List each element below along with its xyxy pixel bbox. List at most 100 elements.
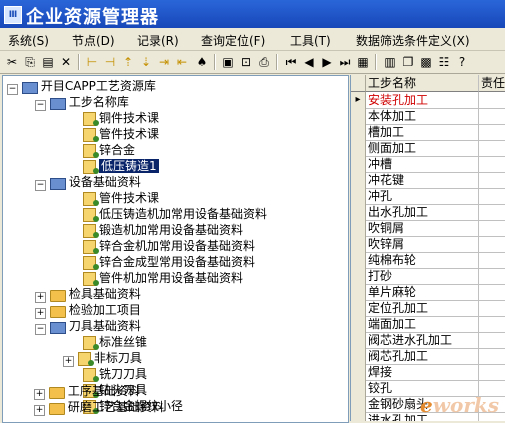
grid-cell[interactable] xyxy=(479,316,505,333)
outdent-icon[interactable]: ⇤ xyxy=(174,54,190,70)
row-header[interactable]: ▸ xyxy=(351,92,366,109)
grid-cell[interactable] xyxy=(479,172,505,189)
grid-cell[interactable] xyxy=(479,284,505,301)
grid-cell[interactable]: 槽加工 xyxy=(366,124,479,141)
add-node-icon[interactable]: ⊢ xyxy=(84,54,100,70)
next-record-icon[interactable]: ▶ xyxy=(319,54,335,70)
tree-group[interactable]: − 设备基础资料 xyxy=(35,174,141,191)
row-header[interactable] xyxy=(351,300,366,317)
tree-item-selected[interactable]: 低压铸造1 xyxy=(83,158,159,174)
copy-icon[interactable]: ⎘ xyxy=(22,54,38,70)
row-header[interactable] xyxy=(351,380,366,397)
open-icon[interactable]: ❐ xyxy=(400,54,416,70)
expand-icon[interactable]: + xyxy=(34,405,45,416)
row-header[interactable] xyxy=(351,284,366,301)
menu-query[interactable]: 查询定位(F) xyxy=(201,32,265,49)
row-header[interactable] xyxy=(351,412,366,421)
resource-tree[interactable]: − 开目CAPP工艺资源库 − 工步名称库 铜件技术课 管件技术课 锌合金 低压… xyxy=(2,75,349,423)
row-header[interactable] xyxy=(351,268,366,285)
grid-cell[interactable]: 纯棉布轮 xyxy=(366,252,479,269)
grid-cell[interactable]: 冲槽 xyxy=(366,156,479,173)
row-header[interactable] xyxy=(351,396,366,413)
grid-cell[interactable] xyxy=(479,92,505,109)
last-record-icon[interactable]: ⏭ xyxy=(337,54,353,70)
filter-icon[interactable]: ⊡ xyxy=(238,54,254,70)
grid-cell[interactable]: 端面加工 xyxy=(366,316,479,333)
menu-tools[interactable]: 工具(T) xyxy=(290,32,331,49)
tree-item[interactable]: 低压铸造机加常用设备基础资料 xyxy=(83,206,267,222)
row-header[interactable] xyxy=(351,236,366,253)
first-record-icon[interactable]: ⏮ xyxy=(283,54,299,70)
row-header[interactable] xyxy=(351,348,366,365)
column-header[interactable]: 责任人 xyxy=(479,75,505,92)
collapse-icon[interactable]: − xyxy=(35,180,46,191)
grid-cell[interactable]: 阀芯进水孔加工 xyxy=(366,332,479,349)
grid-cell[interactable]: 阀芯孔加工 xyxy=(366,348,479,365)
card-icon[interactable]: ▣ xyxy=(220,54,236,70)
menu-filter-define[interactable]: 数据筛选条件定义(X) xyxy=(356,32,470,49)
tree-item[interactable]: 标准丝锥 xyxy=(83,334,147,350)
tree-group[interactable]: − 刀具基础资料 xyxy=(35,318,141,335)
tree-group[interactable]: + 检具基础资料 xyxy=(35,286,141,303)
row-header[interactable] xyxy=(351,156,366,173)
row-header[interactable] xyxy=(351,220,366,237)
row-header[interactable] xyxy=(351,316,366,333)
delete-icon[interactable]: ✕ xyxy=(58,54,74,70)
row-header[interactable] xyxy=(351,252,366,269)
grid-cell[interactable] xyxy=(479,204,505,221)
grid-cell[interactable]: 吹铜屑 xyxy=(366,220,479,237)
tree-item[interactable]: 锌合金成型常用设备基础资料 xyxy=(83,254,255,270)
collapse-icon[interactable]: − xyxy=(35,100,46,111)
indent-icon[interactable]: ⇥ xyxy=(156,54,172,70)
grid-cell[interactable]: 冲花键 xyxy=(366,172,479,189)
grid-cell[interactable]: 吹锌屑 xyxy=(366,236,479,253)
tree-group[interactable]: + 工序基础资料 xyxy=(34,383,140,400)
grid-cell[interactable] xyxy=(479,124,505,141)
save-icon[interactable]: ▩ xyxy=(418,54,434,70)
tree-item[interactable]: 管件技术课 xyxy=(83,126,159,142)
paste-icon[interactable]: ▤ xyxy=(40,54,56,70)
add-child-icon[interactable]: ⊣ xyxy=(102,54,118,70)
cut-icon[interactable]: ✂ xyxy=(4,54,20,70)
row-header[interactable] xyxy=(351,332,366,349)
tree-group[interactable]: + 研磨工艺基础资料 xyxy=(34,399,164,416)
grid-cell[interactable]: 打砂 xyxy=(366,268,479,285)
grid-cell[interactable] xyxy=(479,236,505,253)
help-icon[interactable]: ? xyxy=(454,54,470,70)
tree-root[interactable]: − 开目CAPP工艺资源库 xyxy=(7,78,156,95)
grid-cell[interactable] xyxy=(479,364,505,381)
row-header[interactable] xyxy=(351,188,366,205)
grid-cell[interactable] xyxy=(479,252,505,269)
form-view-icon[interactable]: ▥ xyxy=(382,54,398,70)
grid-cell[interactable]: 安装孔加工 xyxy=(366,92,479,109)
expand-icon[interactable]: + xyxy=(63,356,74,367)
grid-cell[interactable] xyxy=(479,268,505,285)
tree-item[interactable]: 管件技术课 xyxy=(83,190,159,206)
row-header[interactable] xyxy=(351,140,366,157)
row-header[interactable] xyxy=(351,124,366,141)
collapse-icon[interactable]: − xyxy=(35,324,46,335)
tree-group[interactable]: − 工步名称库 xyxy=(35,94,129,111)
grid-cell[interactable] xyxy=(479,220,505,237)
table-view-icon[interactable]: ▦ xyxy=(355,54,371,70)
grid-cell[interactable] xyxy=(479,348,505,365)
collapse-icon[interactable]: − xyxy=(7,84,18,95)
grid-cell[interactable]: 定位孔加工 xyxy=(366,300,479,317)
tree-item[interactable]: 铜件技术课 xyxy=(83,110,159,126)
grid-cell[interactable] xyxy=(479,108,505,125)
grid-cell[interactable] xyxy=(479,156,505,173)
row-header[interactable] xyxy=(351,364,366,381)
grid-cell[interactable]: 出水孔加工 xyxy=(366,204,479,221)
menu-node[interactable]: 节点(D) xyxy=(72,32,115,49)
tree-item[interactable]: 锻造机加常用设备基础资料 xyxy=(83,222,243,238)
tree-item[interactable]: 铣刀刀具 xyxy=(83,366,147,382)
prev-record-icon[interactable]: ◀ xyxy=(301,54,317,70)
row-header[interactable] xyxy=(351,204,366,221)
properties-icon[interactable]: ☷ xyxy=(436,54,452,70)
move-down-icon[interactable]: ⇣ xyxy=(138,54,154,70)
column-header[interactable]: 工步名称 xyxy=(366,75,479,92)
menu-record[interactable]: 记录(R) xyxy=(137,32,179,49)
move-up-icon[interactable]: ⇡ xyxy=(120,54,136,70)
tree-item[interactable]: 锌合金机加常用设备基础资料 xyxy=(83,238,255,254)
grid-cell[interactable] xyxy=(479,188,505,205)
